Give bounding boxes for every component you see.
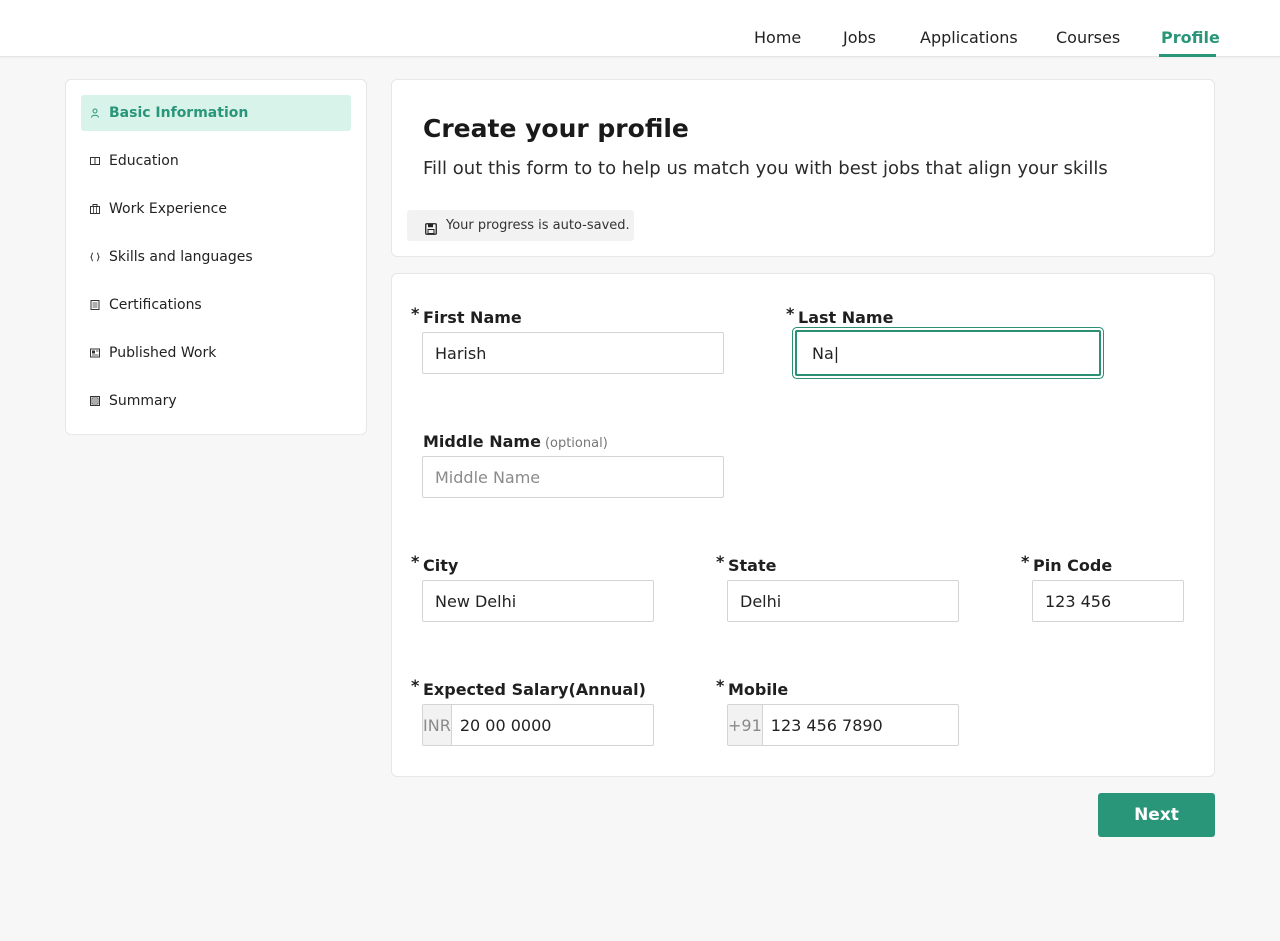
person-icon [90, 108, 100, 118]
nav-applications[interactable]: Applications [920, 28, 1018, 47]
middle-name-label: Middle Name (optional) [423, 432, 608, 451]
last-name-label: Last Name [798, 308, 894, 327]
sidebar-item-certifications[interactable]: Certifications [81, 287, 351, 323]
sidebar-item-label: Work Experience [109, 201, 227, 217]
sidebar-item-label: Education [109, 153, 179, 169]
required-marker: * [716, 552, 725, 571]
sidebar-item-label: Skills and languages [109, 249, 253, 265]
sidebar-item-skills-and-languages[interactable]: Skills and languages [81, 239, 351, 275]
top-navbar: Home Jobs Applications Courses Profile [0, 0, 1280, 57]
required-marker: * [1021, 552, 1030, 571]
pin-code-input[interactable] [1032, 580, 1184, 622]
pin-code-label: Pin Code [1033, 556, 1113, 575]
last-name-input[interactable] [795, 330, 1101, 376]
sidebar-item-published-work[interactable]: Published Work [81, 335, 351, 371]
book-icon [90, 156, 100, 166]
nav-jobs[interactable]: Jobs [843, 28, 876, 47]
salary-input[interactable] [451, 705, 653, 745]
salary-field: INR [422, 704, 654, 746]
city-label: City [423, 556, 459, 575]
sidebar-item-work-experience[interactable]: Work Experience [81, 191, 351, 227]
optional-hint: (optional) [544, 436, 608, 451]
publication-icon [90, 348, 100, 358]
page-title: Create your profile [423, 114, 689, 143]
autosave-text: Your progress is auto-saved. [446, 218, 630, 233]
autosave-notice: Your progress is auto-saved. [407, 210, 634, 241]
sidebar-item-label: Published Work [109, 345, 217, 361]
salary-label: Expected Salary(Annual) [423, 680, 646, 699]
mobile-input[interactable] [762, 705, 958, 745]
sidebar-item-education[interactable]: Education [81, 143, 351, 179]
sidebar-item-label: Basic Information [109, 105, 249, 121]
country-code-prefix: +91 [728, 705, 763, 745]
page-subtitle: Fill out this form to to help us match y… [423, 158, 1108, 179]
profile-header-card: Create your profile Fill out this form t… [391, 79, 1215, 257]
certificate-icon [90, 300, 100, 310]
mobile-field: +91 [727, 704, 959, 746]
city-input[interactable] [422, 580, 654, 622]
required-marker: * [786, 304, 795, 323]
sidebar-item-label: Summary [109, 393, 177, 409]
state-label: State [728, 556, 777, 575]
sidebar-item-basic-information[interactable]: Basic Information [81, 95, 351, 131]
briefcase-icon [90, 204, 100, 214]
nav-profile[interactable]: Profile [1161, 28, 1220, 47]
required-marker: * [411, 304, 420, 323]
nav-home[interactable]: Home [754, 28, 801, 47]
active-nav-indicator [1159, 54, 1216, 57]
sidebar-item-label: Certifications [109, 297, 202, 313]
next-button[interactable]: Next [1098, 793, 1215, 837]
sidebar-item-summary[interactable]: Summary [81, 383, 351, 419]
nav-courses[interactable]: Courses [1056, 28, 1120, 47]
first-name-input[interactable] [422, 332, 724, 374]
required-marker: * [716, 676, 725, 695]
profile-sections-sidebar: Basic Information Education Work Experie… [65, 79, 367, 435]
middle-name-label-text: Middle Name [423, 432, 541, 451]
required-marker: * [411, 552, 420, 571]
braces-icon [90, 252, 100, 262]
required-marker: * [411, 676, 420, 695]
summary-icon [90, 396, 100, 406]
middle-name-input[interactable] [422, 456, 724, 498]
state-input[interactable] [727, 580, 959, 622]
save-icon [425, 220, 437, 235]
basic-information-form: * First Name * Last Name Middle Name(opt… [391, 273, 1215, 777]
currency-prefix: INR [423, 705, 452, 745]
first-name-label: First Name [423, 308, 522, 327]
mobile-label: Mobile [728, 680, 789, 699]
